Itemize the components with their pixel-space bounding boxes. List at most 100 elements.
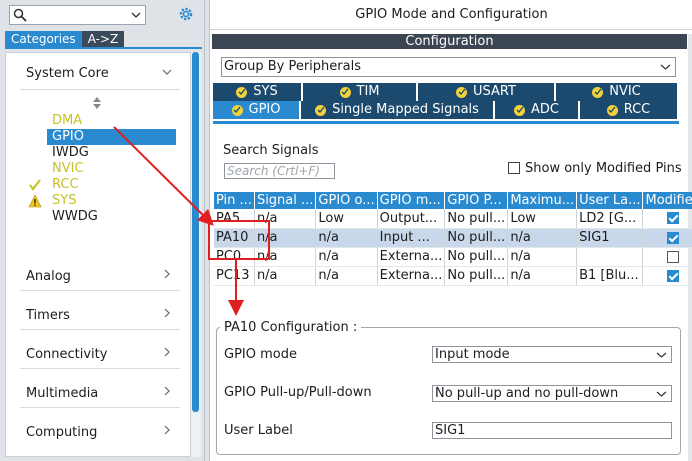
table-cell: Externa... (377, 247, 446, 267)
divider (20, 368, 180, 369)
list-item-sys[interactable]: SYS (52, 193, 76, 209)
table-cell: n/a (254, 247, 317, 267)
check-icon (339, 86, 351, 98)
table-cell: SIG1 (576, 228, 644, 248)
tab-label: RCC (623, 102, 651, 117)
column-header[interactable]: Signal ... (254, 192, 317, 209)
list-item-wwdg[interactable]: WWDG (52, 209, 98, 225)
chevron-right-icon[interactable] (162, 425, 172, 435)
table-row[interactable]: PC0 n/a n/a Externa... No pull... n/a (214, 247, 692, 267)
tab-label: TIM (356, 84, 380, 99)
table-cell: Output... (377, 209, 446, 229)
right-panel: GPIO Mode and Configuration Configuratio… (209, 0, 692, 461)
sort-icon[interactable] (93, 97, 101, 109)
category-tree: System Core DMA GPIO IWDG NVIC RCC SYS W… (5, 52, 191, 457)
header-label: GPIO o... (318, 193, 375, 208)
tab-a-z[interactable]: A->Z (81, 31, 125, 47)
header-label: GPIO P... (447, 193, 502, 208)
category-system-core[interactable]: System Core (26, 66, 109, 81)
category-connectivity[interactable]: Connectivity (26, 347, 107, 362)
tab-rcc[interactable]: RCC (580, 101, 677, 119)
chevron-right-icon[interactable] (162, 386, 172, 396)
table-cell: No pull... (444, 228, 509, 248)
modified-cell (642, 228, 692, 248)
modified-checkbox[interactable] (667, 231, 680, 244)
table-cell: Externa... (377, 266, 446, 286)
tab-gpio[interactable]: GPIO (213, 101, 299, 119)
category-analog[interactable]: Analog (26, 269, 71, 284)
tab-underline (5, 47, 202, 49)
tab-categories[interactable]: Categories (5, 31, 82, 47)
panel-title: GPIO Mode and Configuration (210, 0, 692, 30)
category-multimedia[interactable]: Multimedia (26, 386, 98, 401)
check-icon (514, 104, 525, 116)
chevron-right-icon[interactable] (162, 347, 172, 357)
tab-label: ADC (531, 102, 559, 117)
left-panel: Categories A->Z System Core DMA GPIO IWD… (0, 0, 205, 461)
search-signals-input[interactable]: Search (Crtl+F) (224, 163, 335, 179)
header-label: GPIO m... (379, 193, 441, 208)
user-label-value: SIG1 (435, 423, 466, 438)
chevron-down-icon (660, 64, 671, 70)
chevron-down-icon[interactable] (130, 9, 142, 21)
tab-label: NVIC (609, 84, 641, 99)
table-cell: n/a (315, 247, 378, 267)
tab-adc[interactable]: ADC (495, 101, 578, 119)
table-cell: Low (315, 209, 378, 229)
column-header[interactable]: Pin ... (214, 192, 255, 209)
modified-checkbox[interactable] (667, 269, 680, 282)
list-item-dma[interactable]: DMA (52, 113, 82, 129)
column-header[interactable]: Modified (642, 192, 692, 209)
list-item-nvic[interactable]: NVIC (52, 161, 84, 177)
table-cell: LD2 [G... (576, 209, 644, 229)
show-modified-checkbox[interactable] (508, 162, 520, 174)
table-cell: Low (507, 209, 578, 229)
table-cell: n/a (507, 228, 578, 248)
table-row[interactable]: PA5 n/a Low Output... No pull... Low LD2… (214, 209, 692, 229)
table-cell: No pull... (444, 247, 509, 267)
modified-checkbox[interactable] (667, 250, 680, 263)
category-computing[interactable]: Computing (26, 425, 97, 440)
gpio-pull-select[interactable]: No pull-up and no pull-down (432, 385, 672, 402)
table-cell: No pull... (444, 209, 509, 229)
gpio-mode-select[interactable]: Input mode (432, 346, 672, 363)
tab-sys[interactable]: SYS (213, 83, 301, 101)
gpio-mode-label: GPIO mode (224, 347, 297, 362)
check-icon (29, 179, 41, 191)
table-cell: n/a (315, 228, 378, 248)
table-header-row: Pin ... Signal ... GPIO o... GPIO m... G… (214, 192, 692, 209)
tab-tim[interactable]: TIM (303, 83, 416, 101)
check-icon (236, 86, 248, 98)
list-item-rcc[interactable]: RCC (52, 177, 79, 193)
pin-table: Pin ... Signal ... GPIO o... GPIO m... G… (214, 192, 692, 286)
tab-nvic[interactable]: NVIC (556, 83, 677, 101)
chevron-down-icon[interactable] (162, 67, 172, 77)
scrollbar-thumb[interactable] (192, 52, 199, 412)
user-label-input[interactable]: SIG1 (432, 422, 672, 439)
check-icon (606, 104, 618, 116)
column-header[interactable]: User La... (576, 192, 644, 209)
table-cell: n/a (254, 228, 317, 248)
modified-cell (642, 266, 692, 286)
group-by-select[interactable]: Group By Peripherals (221, 57, 676, 77)
chevron-right-icon[interactable] (162, 308, 172, 318)
column-header[interactable]: GPIO P... (444, 192, 509, 209)
divider (20, 290, 180, 291)
table-row[interactable]: PC13 n/a n/a Externa... No pull... n/a B… (214, 266, 692, 286)
tab-usart[interactable]: USART (418, 83, 554, 101)
tab-underline (213, 121, 679, 124)
search-box[interactable] (9, 5, 146, 25)
list-item-gpio[interactable]: GPIO (47, 129, 176, 145)
column-header[interactable]: GPIO o... (315, 192, 378, 209)
table-row-selected[interactable]: PA10 n/a n/a Input ... No pull... n/a SI… (214, 228, 692, 248)
list-item-iwdg[interactable]: IWDG (52, 145, 89, 161)
tab-single-mapped-signals[interactable]: Single Mapped Signals (301, 101, 493, 119)
column-header[interactable]: Maximu... (507, 192, 578, 209)
modified-cell (642, 209, 692, 229)
divider (20, 407, 180, 408)
category-timers[interactable]: Timers (26, 308, 70, 323)
chevron-right-icon[interactable] (162, 269, 172, 279)
modified-checkbox[interactable] (667, 212, 680, 225)
gear-icon[interactable] (177, 5, 195, 23)
column-header[interactable]: GPIO m... (377, 192, 446, 209)
